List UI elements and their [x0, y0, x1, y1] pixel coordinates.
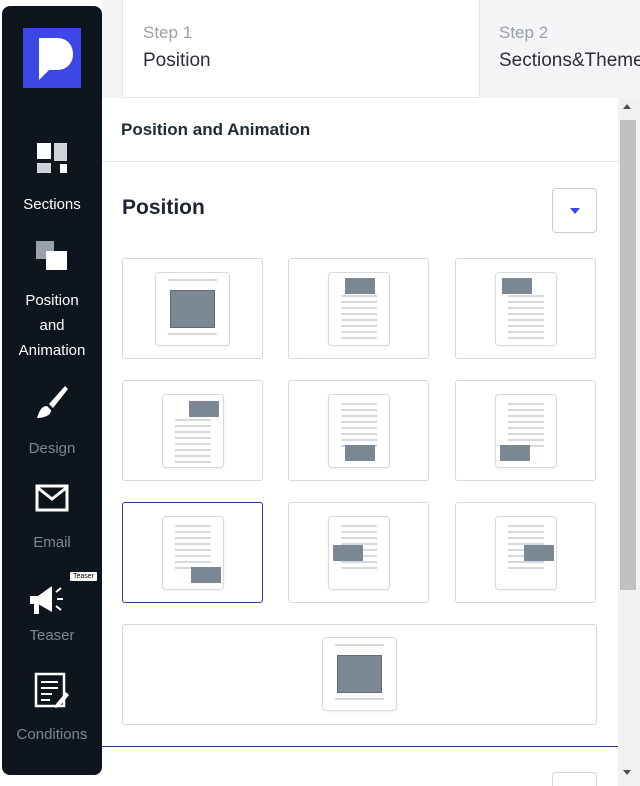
sidebar-item-sections[interactable]: Sections — [2, 142, 102, 217]
page-preview — [162, 516, 224, 590]
popup-block — [333, 545, 363, 561]
sidebar: Sections Position and Animation Design E… — [2, 6, 102, 775]
sidebar-item-conditions[interactable]: Conditions — [2, 672, 102, 747]
position-option-middle-right[interactable] — [455, 502, 596, 603]
position-option-top-left[interactable] — [455, 258, 596, 359]
position-option-center[interactable] — [122, 258, 263, 359]
popup-block — [345, 445, 375, 461]
section-divider — [102, 746, 618, 747]
popup-block — [337, 655, 382, 693]
settings-panel: Position and Animation Position — [102, 98, 618, 786]
popup-block — [170, 290, 215, 328]
popup-block — [191, 567, 221, 583]
step-tab-2[interactable]: Step 2 Sections&Theme — [480, 0, 640, 98]
step-name: Sections&Theme — [499, 50, 640, 71]
popup-block — [500, 445, 530, 461]
position-option-bottom-left[interactable] — [455, 380, 596, 481]
sidebar-item-teaser[interactable]: Teaser Teaser — [2, 572, 102, 648]
popup-block — [502, 278, 532, 294]
position-option-middle-left[interactable] — [288, 502, 429, 603]
page-preview — [328, 516, 390, 590]
step-tab-1[interactable]: Step 1 Position — [122, 0, 480, 98]
scrollbar-thumb[interactable] — [620, 120, 636, 590]
brand-logo[interactable] — [23, 28, 81, 88]
sidebar-item-position-animation[interactable]: Position and Animation — [2, 240, 102, 363]
position-animation-icon — [36, 241, 67, 270]
panel-title: Position and Animation — [102, 98, 618, 162]
position-option-top-right[interactable] — [122, 380, 263, 481]
step-number: Step 1 — [143, 23, 193, 42]
steps-bar: Step 1 Position Step 2 Sections&Theme — [102, 0, 640, 98]
teaser-badge: Teaser — [70, 572, 98, 581]
sidebar-item-design[interactable]: Design — [2, 384, 102, 461]
page-preview — [328, 272, 390, 346]
popup-block — [524, 545, 554, 561]
page-preview — [328, 394, 390, 468]
page-preview — [495, 516, 557, 590]
caret-down-icon — [570, 208, 580, 214]
step-number: Step 2 — [499, 23, 549, 42]
sidebar-item-label: Teaser — [29, 627, 75, 644]
position-option-fullscreen[interactable] — [122, 624, 597, 725]
scrollbar[interactable] — [618, 98, 640, 786]
section-title: Position — [122, 196, 205, 219]
popup-block — [189, 401, 219, 417]
next-section-toggle[interactable] — [552, 772, 597, 786]
page-preview — [162, 394, 224, 468]
sidebar-item-label: Sections — [23, 196, 81, 213]
position-option-bottom-center[interactable] — [288, 380, 429, 481]
sidebar-item-label-line1: Position — [25, 292, 79, 309]
page-preview — [495, 272, 557, 346]
sidebar-item-email[interactable]: Email — [2, 484, 102, 555]
sections-icon — [37, 143, 67, 173]
page-preview — [322, 637, 397, 711]
position-option-top-center[interactable] — [288, 258, 429, 359]
megaphone-icon — [30, 586, 63, 614]
page-preview — [495, 394, 557, 468]
checklist-icon — [34, 672, 69, 708]
step-name: Position — [143, 50, 211, 71]
brush-icon — [37, 386, 68, 418]
collapse-button[interactable] — [552, 188, 597, 233]
sidebar-item-label-line3: Animation — [18, 342, 86, 359]
popup-block — [345, 278, 375, 294]
sidebar-item-label: Email — [33, 534, 71, 551]
sidebar-item-label: Conditions — [16, 726, 88, 743]
page-preview — [155, 272, 230, 346]
scroll-down-arrow-icon[interactable] — [623, 770, 631, 775]
sidebar-item-label-line2: and — [39, 317, 65, 334]
position-option-bottom-right[interactable] — [122, 502, 263, 603]
sidebar-item-label: Design — [28, 440, 76, 457]
envelope-icon — [35, 484, 69, 512]
scroll-up-arrow-icon[interactable] — [623, 104, 631, 109]
